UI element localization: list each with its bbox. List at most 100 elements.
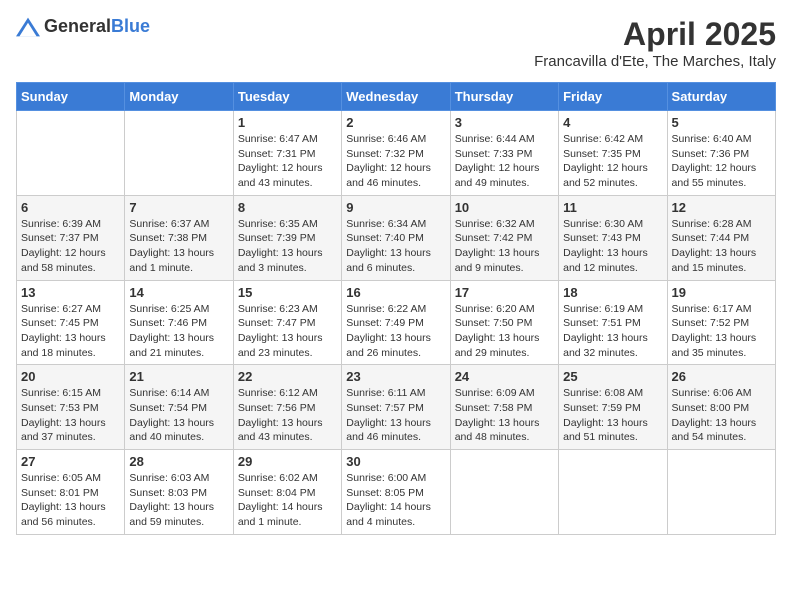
day-info: Sunrise: 6:35 AM Sunset: 7:39 PM Dayligh… — [238, 217, 337, 276]
header-cell-thursday: Thursday — [450, 83, 558, 111]
logo-icon — [16, 17, 40, 37]
day-info: Sunrise: 6:11 AM Sunset: 7:57 PM Dayligh… — [346, 386, 445, 445]
day-info: Sunrise: 6:39 AM Sunset: 7:37 PM Dayligh… — [21, 217, 120, 276]
day-number: 23 — [346, 369, 445, 384]
calendar-table: SundayMondayTuesdayWednesdayThursdayFrid… — [16, 82, 776, 535]
day-info: Sunrise: 6:28 AM Sunset: 7:44 PM Dayligh… — [672, 217, 771, 276]
day-cell: 16Sunrise: 6:22 AM Sunset: 7:49 PM Dayli… — [342, 280, 450, 365]
logo-text-blue: Blue — [111, 16, 150, 36]
header-cell-monday: Monday — [125, 83, 233, 111]
day-cell: 20 Sunrise: 6:15 AM Sunset: 7:53 PM Dayli… — [17, 365, 125, 450]
day-cell: 2Sunrise: 6:46 AM Sunset: 7:32 PM Daylig… — [342, 111, 450, 196]
day-cell: 26Sunrise: 6:06 AM Sunset: 8:00 PM Dayli… — [667, 365, 775, 450]
day-number: 7 — [129, 200, 228, 215]
day-info: Sunrise: 6:40 AM Sunset: 7:36 PM Dayligh… — [672, 132, 771, 191]
header-cell-wednesday: Wednesday — [342, 83, 450, 111]
header-cell-friday: Friday — [559, 83, 667, 111]
day-cell — [125, 111, 233, 196]
day-number: 1 — [238, 115, 337, 130]
day-number: 3 — [455, 115, 554, 130]
day-cell: 30 Sunrise: 6:00 AM Sunset: 8:05 PM Dayli… — [342, 450, 450, 535]
day-cell: 28 Sunrise: 6:03 AM Sunset: 8:03 PM Dayli… — [125, 450, 233, 535]
day-number: 24 — [455, 369, 554, 384]
day-info: Sunrise: 6:20 AM Sunset: 7:50 PM Dayligh… — [455, 302, 554, 361]
day-info: Sunrise: 6:22 AM Sunset: 7:49 PM Dayligh… — [346, 302, 445, 361]
header-cell-tuesday: Tuesday — [233, 83, 341, 111]
day-cell: 15 Sunrise: 6:23 AM Sunset: 7:47 PM Dayli… — [233, 280, 341, 365]
day-cell: 4 Sunrise: 6:42 AM Sunset: 7:35 PM Daylig… — [559, 111, 667, 196]
day-info: Sunrise: 6:00 AM Sunset: 8:05 PM Dayligh… — [346, 471, 445, 530]
day-number: 5 — [672, 115, 771, 130]
day-cell: 27 Sunrise: 6:05 AM Sunset: 8:01 PM Dayli… — [17, 450, 125, 535]
day-cell — [667, 450, 775, 535]
day-cell: 22 Sunrise: 6:12 AM Sunset: 7:56 PM Dayli… — [233, 365, 341, 450]
day-number: 28 — [129, 454, 228, 469]
day-number: 9 — [346, 200, 445, 215]
day-info: Sunrise: 6:44 AM Sunset: 7:33 PM Dayligh… — [455, 132, 554, 191]
day-cell: 14Sunrise: 6:25 AM Sunset: 7:46 PM Dayli… — [125, 280, 233, 365]
header-cell-sunday: Sunday — [17, 83, 125, 111]
day-number: 13 — [21, 285, 120, 300]
header-cell-saturday: Saturday — [667, 83, 775, 111]
day-cell: 23 Sunrise: 6:11 AM Sunset: 7:57 PM Dayli… — [342, 365, 450, 450]
day-info: Sunrise: 6:19 AM Sunset: 7:51 PM Dayligh… — [563, 302, 662, 361]
day-cell: 19Sunrise: 6:17 AM Sunset: 7:52 PM Dayli… — [667, 280, 775, 365]
day-info: Sunrise: 6:23 AM Sunset: 7:47 PM Dayligh… — [238, 302, 337, 361]
day-number: 18 — [563, 285, 662, 300]
month-title: April 2025 — [534, 16, 776, 53]
day-info: Sunrise: 6:30 AM Sunset: 7:43 PM Dayligh… — [563, 217, 662, 276]
day-cell: 12 Sunrise: 6:28 AM Sunset: 7:44 PM Dayli… — [667, 195, 775, 280]
day-cell: 25Sunrise: 6:08 AM Sunset: 7:59 PM Dayli… — [559, 365, 667, 450]
day-info: Sunrise: 6:02 AM Sunset: 8:04 PM Dayligh… — [238, 471, 337, 530]
day-info: Sunrise: 6:05 AM Sunset: 8:01 PM Dayligh… — [21, 471, 120, 530]
day-info: Sunrise: 6:27 AM Sunset: 7:45 PM Dayligh… — [21, 302, 120, 361]
day-number: 30 — [346, 454, 445, 469]
day-number: 11 — [563, 200, 662, 215]
day-info: Sunrise: 6:15 AM Sunset: 7:53 PM Dayligh… — [21, 386, 120, 445]
day-info: Sunrise: 6:34 AM Sunset: 7:40 PM Dayligh… — [346, 217, 445, 276]
day-info: Sunrise: 6:42 AM Sunset: 7:35 PM Dayligh… — [563, 132, 662, 191]
day-number: 2 — [346, 115, 445, 130]
week-row-3: 13 Sunrise: 6:27 AM Sunset: 7:45 PM Dayli… — [17, 280, 776, 365]
logo-text-general: General — [44, 16, 111, 36]
day-cell: 6 Sunrise: 6:39 AM Sunset: 7:37 PM Daylig… — [17, 195, 125, 280]
day-cell: 5 Sunrise: 6:40 AM Sunset: 7:36 PM Daylig… — [667, 111, 775, 196]
header-row: SundayMondayTuesdayWednesdayThursdayFrid… — [17, 83, 776, 111]
day-number: 15 — [238, 285, 337, 300]
day-info: Sunrise: 6:12 AM Sunset: 7:56 PM Dayligh… — [238, 386, 337, 445]
day-cell: 10 Sunrise: 6:32 AM Sunset: 7:42 PM Dayli… — [450, 195, 558, 280]
day-cell: 8Sunrise: 6:35 AM Sunset: 7:39 PM Daylig… — [233, 195, 341, 280]
week-row-2: 6 Sunrise: 6:39 AM Sunset: 7:37 PM Daylig… — [17, 195, 776, 280]
day-cell: 1Sunrise: 6:47 AM Sunset: 7:31 PM Daylig… — [233, 111, 341, 196]
day-cell: 17Sunrise: 6:20 AM Sunset: 7:50 PM Dayli… — [450, 280, 558, 365]
day-number: 27 — [21, 454, 120, 469]
day-info: Sunrise: 6:14 AM Sunset: 7:54 PM Dayligh… — [129, 386, 228, 445]
day-number: 6 — [21, 200, 120, 215]
day-number: 12 — [672, 200, 771, 215]
day-info: Sunrise: 6:32 AM Sunset: 7:42 PM Dayligh… — [455, 217, 554, 276]
day-cell: 24 Sunrise: 6:09 AM Sunset: 7:58 PM Dayli… — [450, 365, 558, 450]
day-number: 22 — [238, 369, 337, 384]
day-cell: 3 Sunrise: 6:44 AM Sunset: 7:33 PM Daylig… — [450, 111, 558, 196]
day-cell: 9 Sunrise: 6:34 AM Sunset: 7:40 PM Daylig… — [342, 195, 450, 280]
week-row-5: 27 Sunrise: 6:05 AM Sunset: 8:01 PM Dayli… — [17, 450, 776, 535]
day-cell — [17, 111, 125, 196]
location-title: Francavilla d'Ete, The Marches, Italy — [534, 53, 776, 70]
week-row-1: 1Sunrise: 6:47 AM Sunset: 7:31 PM Daylig… — [17, 111, 776, 196]
day-number: 29 — [238, 454, 337, 469]
day-info: Sunrise: 6:03 AM Sunset: 8:03 PM Dayligh… — [129, 471, 228, 530]
logo: GeneralBlue — [16, 16, 150, 37]
day-cell: 18 Sunrise: 6:19 AM Sunset: 7:51 PM Dayli… — [559, 280, 667, 365]
page-header: GeneralBlue April 2025 Francavilla d'Ete… — [16, 16, 776, 70]
day-number: 4 — [563, 115, 662, 130]
day-info: Sunrise: 6:09 AM Sunset: 7:58 PM Dayligh… — [455, 386, 554, 445]
day-number: 10 — [455, 200, 554, 215]
week-row-4: 20 Sunrise: 6:15 AM Sunset: 7:53 PM Dayli… — [17, 365, 776, 450]
day-number: 19 — [672, 285, 771, 300]
day-number: 20 — [21, 369, 120, 384]
calendar-body: 1Sunrise: 6:47 AM Sunset: 7:31 PM Daylig… — [17, 111, 776, 535]
day-cell: 7Sunrise: 6:37 AM Sunset: 7:38 PM Daylig… — [125, 195, 233, 280]
day-cell: 29 Sunrise: 6:02 AM Sunset: 8:04 PM Dayli… — [233, 450, 341, 535]
day-number: 21 — [129, 369, 228, 384]
day-cell — [450, 450, 558, 535]
